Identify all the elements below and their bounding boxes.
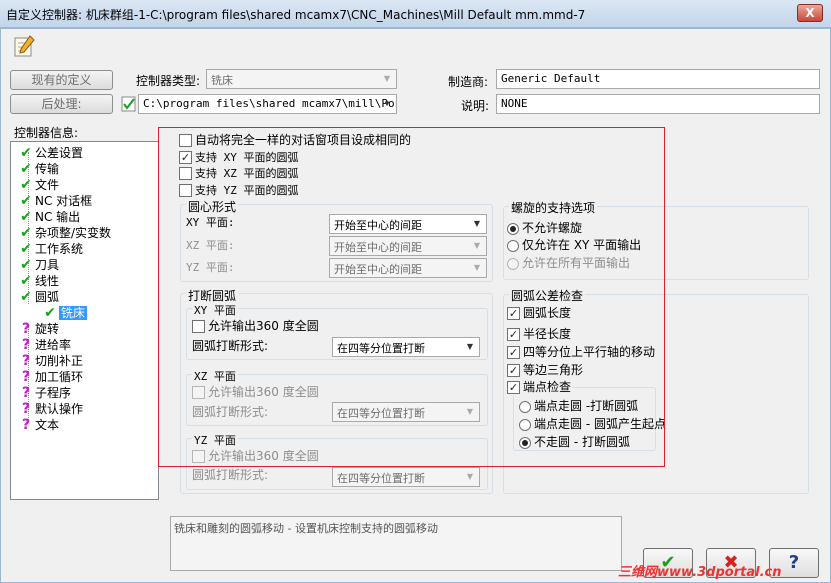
chevron-down-icon: ▼ <box>466 472 474 481</box>
manufacturer-field[interactable]: Generic Default <box>496 69 820 89</box>
question-icon: ? <box>21 353 31 369</box>
tree-item-linear[interactable]: ✔ 线性 <box>19 272 60 289</box>
controller-tree[interactable]: ✔ 公差设置 ✔ 传输 ✔ 文件 ✔ NC 对话框 ✔ NC 输出 ✔ 杂项整/实变数 ✔ 工… <box>10 141 159 500</box>
tree-item-default-ops[interactable]: ? 默认操作 <box>19 400 84 417</box>
controller-type-label: 控制器类型: <box>136 74 201 88</box>
description-field[interactable]: NONE <box>496 94 820 114</box>
check-icon: ✔ <box>20 193 32 209</box>
tree-item-canned-cycle[interactable]: ? 加工循环 <box>19 368 84 385</box>
description-label: 说明: <box>461 99 490 113</box>
question-icon: ? <box>21 401 31 417</box>
existing-definition-button[interactable]: 现有的定义 <box>10 70 113 90</box>
check-icon: ✔ <box>20 145 32 161</box>
document-check-icon <box>121 96 137 112</box>
tree-item-label: 杂项整/实变数 <box>35 226 112 240</box>
tree-item-transfer[interactable]: ✔ 传输 <box>19 160 60 177</box>
tree-item-misc-vars[interactable]: ✔ 杂项整/实变数 <box>19 224 112 241</box>
check-icon: ✔ <box>20 161 32 177</box>
tree-item-label: NC 输出 <box>35 210 81 224</box>
tree-item-label: 工作系统 <box>35 242 84 256</box>
tree-item-files[interactable]: ✔ 文件 <box>19 176 60 193</box>
question-icon: ? <box>21 369 31 385</box>
check-icon: ✔ <box>20 241 32 257</box>
watermark: 三维网www.3dportal.cn <box>618 565 782 580</box>
tree-item-label: 切削补正 <box>35 354 84 368</box>
tree-item-mill[interactable]: ✔ 铣床 <box>43 304 88 321</box>
post-path-value: C:\program files\shared mcamx7\mill\Pos <box>143 97 397 110</box>
tree-item-nc-output[interactable]: ✔ NC 输出 <box>19 208 81 225</box>
tree-item-feedrate[interactable]: ? 进给率 <box>19 336 72 353</box>
check-icon: ✔ <box>20 177 32 193</box>
tree-item-subprogram[interactable]: ? 子程序 <box>19 384 72 401</box>
check-icon: ✔ <box>44 305 56 321</box>
tree-item-tolerance[interactable]: ✔ 公差设置 <box>19 144 84 161</box>
window-title: 自定义控制器: 机床群组-1-C:\program files\shared m… <box>6 8 586 22</box>
question-icon: ? <box>21 337 31 353</box>
tree-item-cutter-comp[interactable]: ? 切削补正 <box>19 352 84 369</box>
close-button[interactable]: X <box>797 4 823 22</box>
tree-item-work-system[interactable]: ✔ 工作系统 <box>19 240 84 257</box>
tree-item-tools[interactable]: ✔ 刀具 <box>19 256 60 273</box>
tree-item-label: 线性 <box>35 274 60 288</box>
edit-icon[interactable] <box>12 33 38 59</box>
tree-item-arc[interactable]: ✔ 圆弧 <box>19 288 60 305</box>
controller-type-select[interactable]: 铣床 ▼ <box>206 69 397 89</box>
chevron-down-icon: ▼ <box>383 74 391 83</box>
manufacturer-label: 制造商: <box>448 75 489 89</box>
highlight-box <box>158 127 665 467</box>
help-description: 铣床和雕刻的圆弧移动 - 设置机床控制支持的圆弧移动 <box>170 516 622 571</box>
yz-break-select[interactable]: 在四等分位置打断 ▼ <box>332 467 480 487</box>
tree-item-label: 圆弧 <box>35 290 60 304</box>
check-icon: ✔ <box>20 225 32 241</box>
select-value: 在四等分位置打断 <box>337 472 425 485</box>
tree-item-label: 铣床 <box>59 306 88 320</box>
tree-item-label: 加工循环 <box>35 370 84 384</box>
question-icon: ? <box>21 385 31 401</box>
tree-item-label: 旋转 <box>35 322 60 336</box>
title-bar: 自定义控制器: 机床群组-1-C:\program files\shared m… <box>0 0 831 28</box>
controller-type-value: 铣床 <box>211 74 233 87</box>
tree-item-label: 文件 <box>35 178 60 192</box>
question-icon: ? <box>21 417 31 433</box>
check-icon: ✔ <box>20 257 32 273</box>
tree-item-label: 刀具 <box>35 258 60 272</box>
tree-item-nc-dialog[interactable]: ✔ NC 对话框 <box>19 192 93 209</box>
tree-item-label: 传输 <box>35 162 60 176</box>
tree-item-text[interactable]: ? 文本 <box>19 416 60 433</box>
controller-info-label: 控制器信息: <box>14 126 79 140</box>
post-path-select[interactable]: C:\program files\shared mcamx7\mill\Pos … <box>138 94 397 114</box>
check-icon: ✔ <box>20 289 32 305</box>
post-processor-button[interactable]: 后处理: <box>10 94 113 114</box>
question-icon: ? <box>21 321 31 337</box>
check-icon: ✔ <box>20 209 32 225</box>
tree-item-rotary[interactable]: ? 旋转 <box>19 320 60 337</box>
chevron-down-icon: ▼ <box>384 99 390 108</box>
tree-item-label: 默认操作 <box>35 402 84 416</box>
check-icon: ✔ <box>20 273 32 289</box>
tree-item-label: NC 对话框 <box>35 194 93 208</box>
tree-item-label: 文本 <box>35 418 60 432</box>
yz-break-label: 圆弧打断形式: <box>192 468 269 482</box>
tree-item-label: 进给率 <box>35 338 72 352</box>
tree-item-label: 子程序 <box>35 386 72 400</box>
tree-item-label: 公差设置 <box>35 146 84 160</box>
